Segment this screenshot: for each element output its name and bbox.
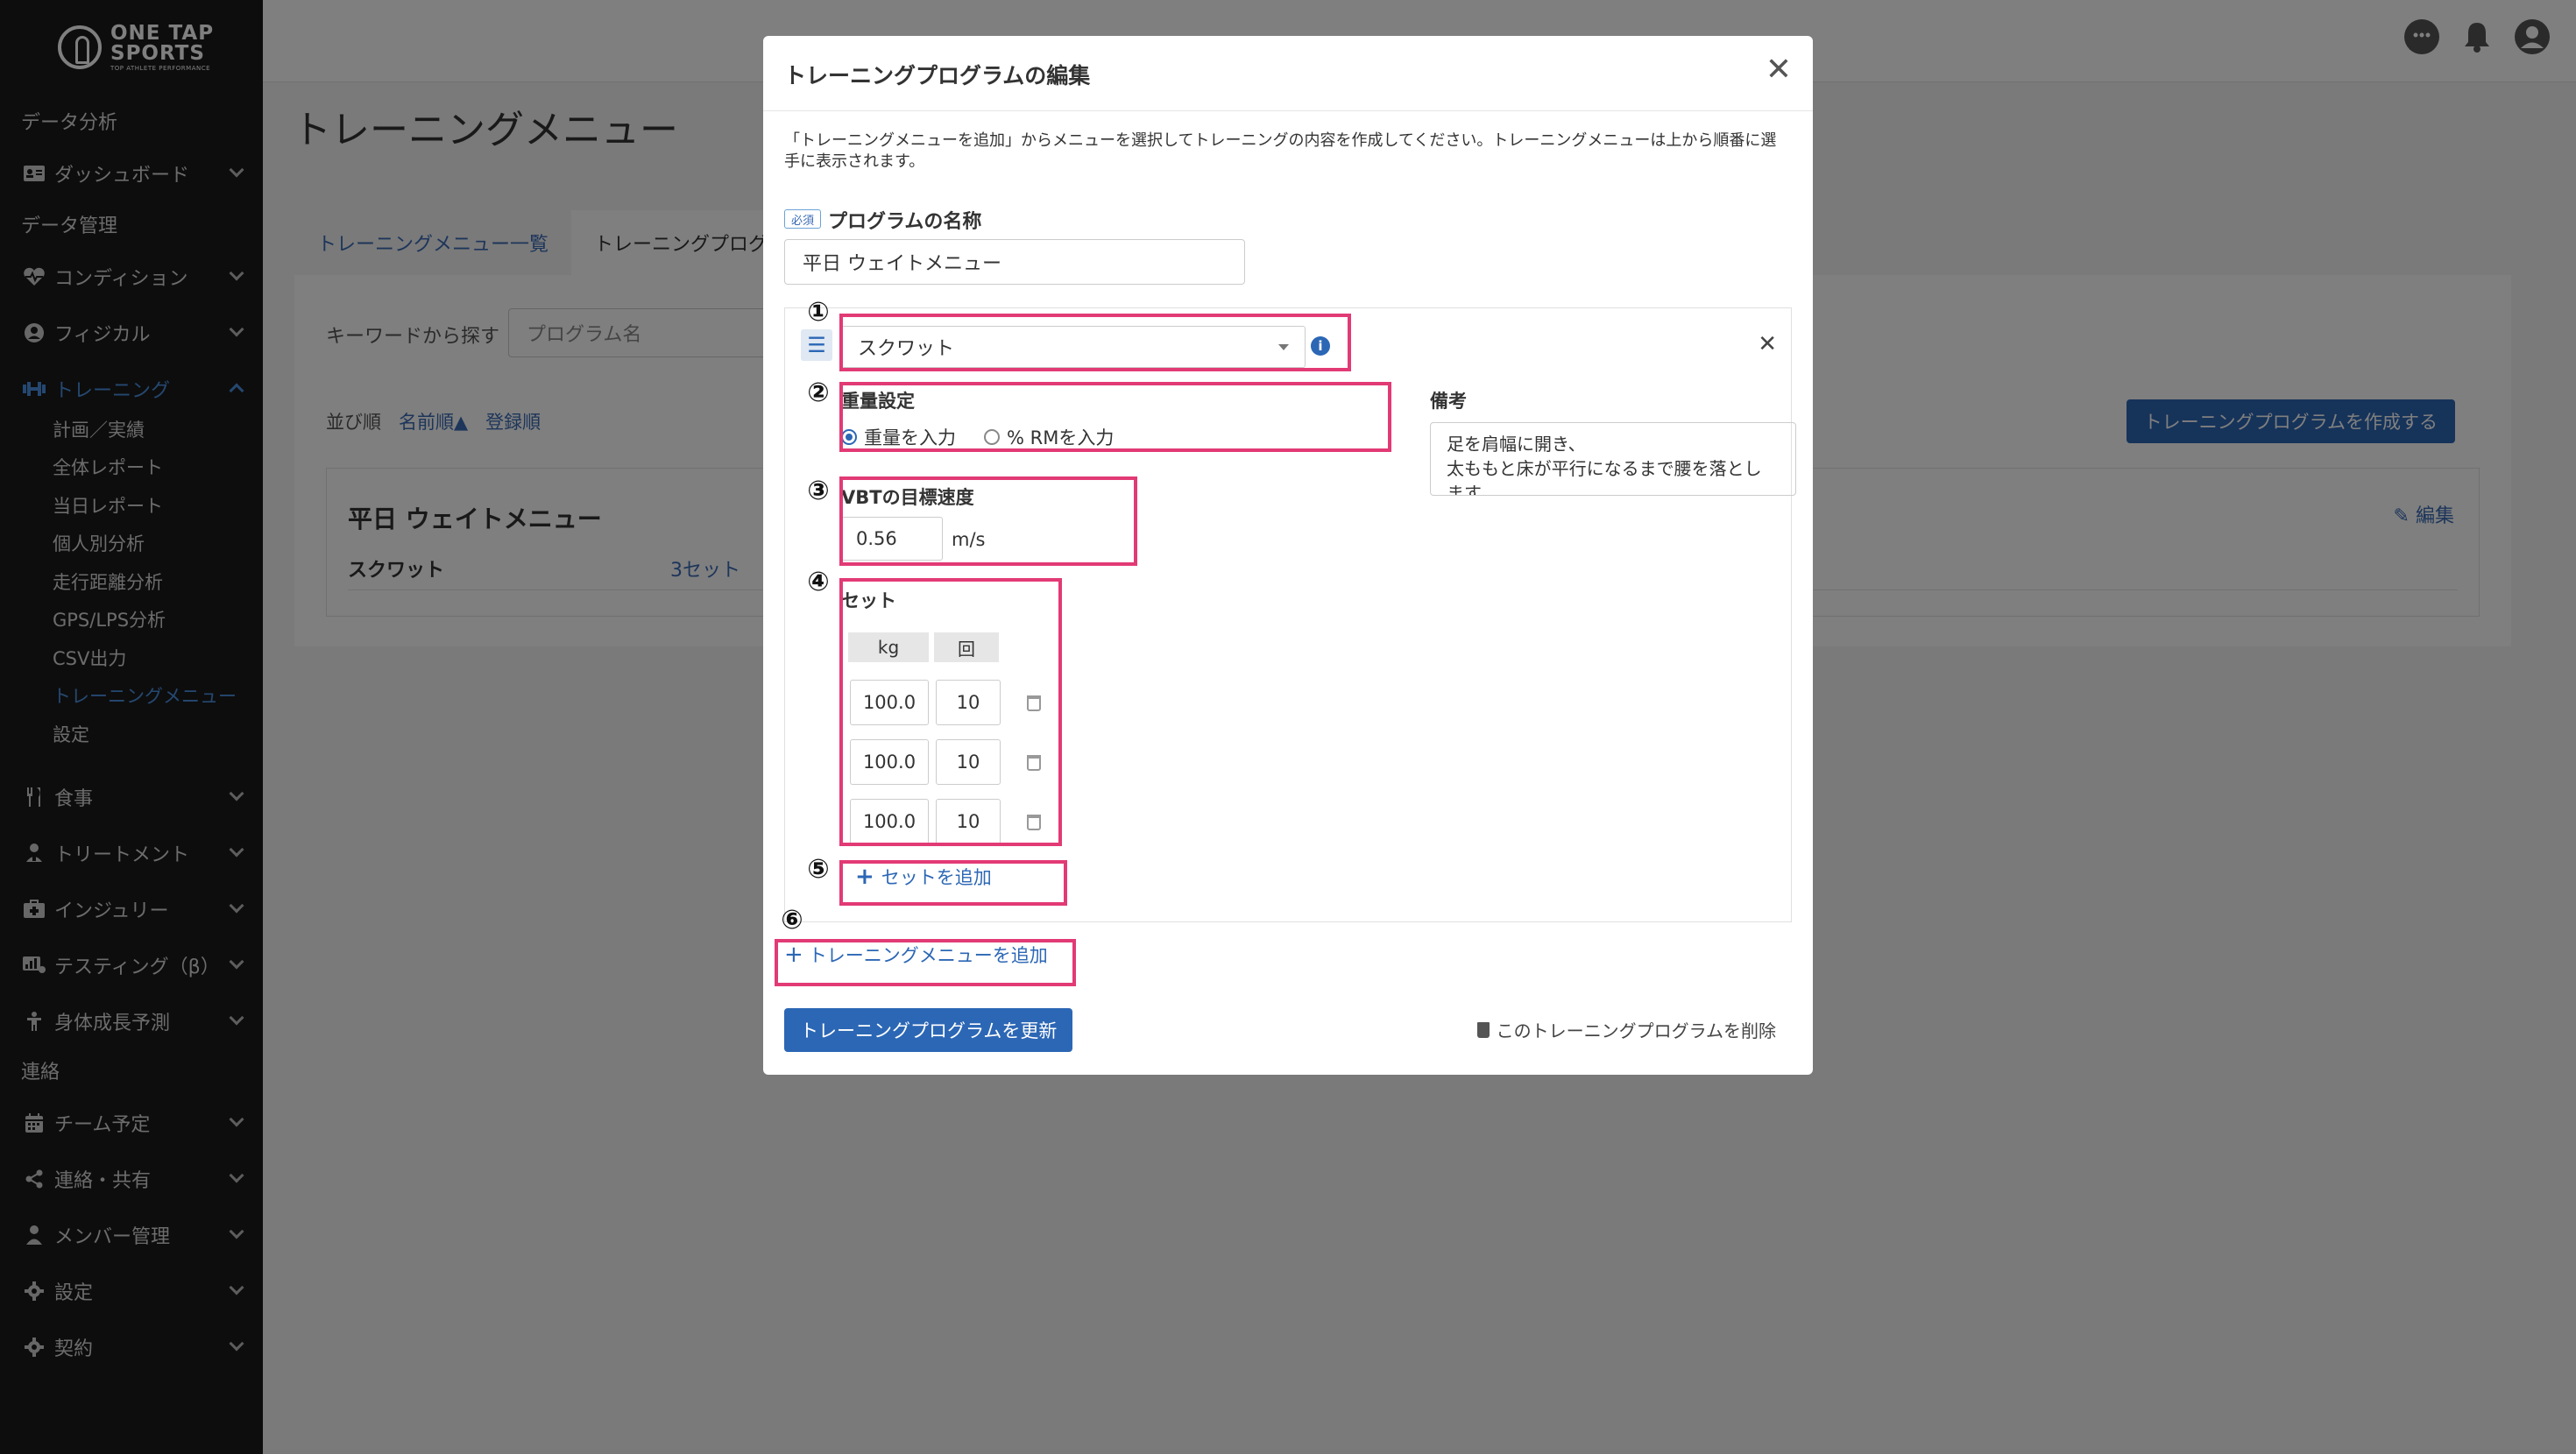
annotation-box-6 [775,939,1076,986]
annotation-number-3: ③ [807,475,830,506]
required-badge: 必須 [784,209,821,229]
close-icon[interactable]: ✕ [1766,52,1792,88]
program-name-input[interactable]: 平日 ウェイトメニュー [784,239,1245,285]
memo-label: 備考 [1430,391,1467,412]
modal-intro-text: 「トレーニングメニューを追加」からメニューを選択してトレーニングの内容を作成して… [784,131,1777,171]
annotation-box-5 [839,860,1067,906]
modal-header: トレーニングプログラムの編集 ✕ [763,36,1813,111]
annotation-number-4: ④ [807,566,830,597]
annotation-box-1 [839,314,1351,371]
annotation-box-2 [839,382,1391,452]
remove-exercise-icon[interactable]: ✕ [1758,331,1777,357]
annotation-box-3 [839,476,1137,566]
modal-title: トレーニングプログラムの編集 [784,63,1091,88]
annotation-number-1: ① [807,296,830,328]
trash-icon [1476,1021,1490,1038]
drag-handle-icon[interactable]: ☰ [801,329,832,361]
program-name-label: プログラムの名称 [828,211,982,233]
memo-textarea[interactable]: 足を肩幅に開き、 太ももと床が平行になるまで腰を落とし ます。 [1430,422,1796,496]
annotation-box-4 [839,578,1062,846]
update-program-button[interactable]: トレーニングプログラムを更新 [784,1008,1073,1052]
annotation-number-2: ② [807,377,830,408]
delete-program-link[interactable]: このトレーニングプログラムを削除 [1476,1017,1776,1042]
annotation-number-5: ⑤ [807,853,830,885]
annotation-number-6: ⑥ [781,904,803,935]
